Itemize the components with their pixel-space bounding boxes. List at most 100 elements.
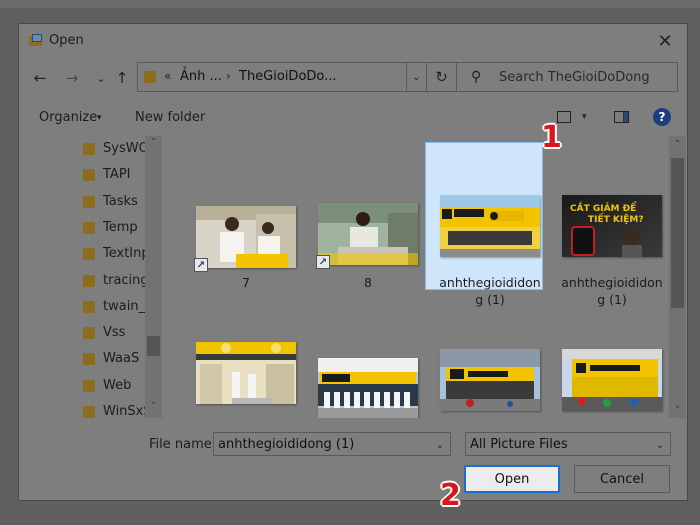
step-marker-1: 1 [541, 120, 562, 155]
recent-locations-button[interactable]: ⌄ [92, 68, 110, 88]
navigation-bar: ← → ⌄ ↑ « Ảnh ... › TheGioiDoDo... ⌄ ↻ ⚲… [19, 62, 687, 94]
chevron-down-icon[interactable]: ⌄ [436, 440, 444, 451]
scroll-up-icon[interactable]: ˄ [669, 140, 686, 150]
breadcrumb-separator-icon[interactable]: › [226, 69, 231, 83]
command-toolbar: Organize ▾ New folder ▾ ? [19, 104, 687, 134]
arrow-up-icon: ↑ [115, 69, 129, 87]
file-name-input[interactable]: anhthegioididong (1) ⌄ [213, 432, 451, 456]
file-name: 8 [308, 274, 428, 291]
file-type-value: All Picture Files [470, 437, 568, 452]
chevron-down-icon: ⌄ [96, 71, 106, 85]
folder-icon [83, 195, 95, 208]
view-options-caret-icon[interactable]: ▾ [582, 112, 587, 122]
file-thumbnail [196, 206, 296, 268]
file-list-scrollbar[interactable]: ˄ ˅ [669, 136, 686, 418]
cancel-button-label: Cancel [599, 471, 645, 487]
file-name: anhthegioididon g (1) [552, 274, 672, 308]
shortcut-arrow-icon: ↗ [194, 258, 208, 272]
cancel-button[interactable]: Cancel [574, 465, 670, 493]
dialog-app-icon [29, 34, 42, 46]
file-name-line: anhthegioididon [561, 275, 663, 290]
sidebar-item-label: SysWO [103, 141, 149, 156]
close-icon: ✕ [657, 30, 673, 52]
scrollbar-thumb[interactable] [671, 158, 684, 308]
open-button[interactable]: Open [464, 465, 560, 493]
file-name-value: anhthegioididong (1) [218, 437, 355, 452]
refresh-button[interactable]: ↻ [427, 62, 457, 92]
file-thumbnail [318, 203, 418, 265]
new-folder-button[interactable]: New folder [135, 110, 205, 125]
organize-button[interactable]: Organize [39, 110, 97, 125]
folder-icon [83, 143, 95, 155]
folder-icon [83, 327, 95, 340]
sidebar-item-label: tracing [103, 272, 149, 288]
file-thumbnail [196, 342, 296, 404]
folder-icon [83, 379, 95, 392]
search-icon: ⚲ [471, 69, 482, 85]
folder-icon [83, 406, 95, 418]
folder-icon [83, 169, 95, 182]
dialog-title: Open [49, 33, 84, 48]
caret-down-icon: ▾ [97, 113, 102, 123]
folder-icon [144, 71, 156, 83]
refresh-icon: ↻ [435, 68, 448, 86]
file-thumbnail [440, 349, 540, 411]
chevron-down-icon[interactable]: ⌄ [656, 440, 664, 451]
scroll-down-icon[interactable]: ˅ [669, 406, 686, 416]
file-list: ↗ 7 ↗ 8 anhthegioididon g (1) CẮT GIẢM ĐỂ TIẾT … [164, 136, 674, 418]
shortcut-arrow-icon: ↗ [316, 255, 330, 269]
chevron-down-icon: ⌄ [412, 71, 421, 83]
step-marker-2: 2 [440, 478, 461, 513]
folder-icon [83, 274, 95, 287]
navigation-pane: SysWO TAPI Tasks Temp TextInp tracing twain_3 V… [19, 136, 162, 418]
arrow-right-icon: → [65, 69, 79, 87]
file-name-label: File name: [149, 437, 217, 452]
help-glyph: ? [658, 110, 666, 124]
open-dialog: Open ✕ ← → ⌄ ↑ « Ảnh ... › TheGioiDoDo..… [18, 23, 688, 501]
file-thumbnail [318, 358, 418, 418]
file-name-line: g (1) [597, 292, 627, 307]
title-bar: Open ✕ [19, 24, 687, 58]
breadcrumb-current-segment[interactable]: TheGioiDoDo... [239, 69, 337, 84]
sidebar-item-label: Temp [103, 219, 138, 235]
sidebar-item-label: Vss [103, 325, 126, 341]
sidebar-item-label: Web [103, 377, 132, 393]
help-icon[interactable]: ? [653, 108, 671, 126]
scroll-up-icon[interactable]: ˄ [145, 138, 162, 152]
dialog-footer: File name: anhthegioididong (1) ⌄ All Pi… [19, 420, 687, 500]
search-placeholder: Search TheGioiDoDong [499, 70, 650, 85]
sidebar-item-label: TAPI [103, 167, 131, 183]
address-dropdown-button[interactable]: ⌄ [407, 62, 427, 92]
file-thumbnail [562, 349, 662, 411]
back-button[interactable]: ← [31, 68, 49, 88]
sidebar-item-label: WaaS [103, 351, 140, 367]
file-name: anhthegioididon g (1) [430, 274, 550, 308]
file-thumbnail: CẮT GIẢM ĐỂ TIẾT KIỆM? [562, 195, 662, 257]
sidebar-item-label: Tasks [103, 193, 138, 209]
folder-icon [83, 221, 95, 234]
file-name-line: anhthegioididon [439, 275, 541, 290]
sidebar-item-label: TextInp [103, 246, 150, 262]
search-box[interactable]: ⚲ Search TheGioiDoDong [456, 62, 678, 92]
up-button[interactable]: ↑ [113, 68, 131, 88]
forward-button[interactable]: → [63, 68, 81, 88]
address-bar[interactable]: « Ảnh ... › TheGioiDoDo... [137, 62, 407, 92]
background-strip [0, 0, 700, 8]
file-name: 7 [186, 274, 306, 291]
folder-icon [83, 300, 95, 313]
overflow-chevrons-icon[interactable]: « [164, 69, 171, 83]
file-name-line: 7 [242, 275, 250, 290]
breadcrumb-segment[interactable]: Ảnh ... [180, 69, 222, 84]
scroll-down-icon[interactable]: ˅ [145, 402, 162, 416]
folder-icon [83, 353, 95, 366]
close-button[interactable]: ✕ [651, 28, 679, 54]
open-button-label: Open [494, 471, 530, 487]
scrollbar-thumb[interactable] [147, 336, 160, 356]
file-name-line: g (1) [475, 292, 505, 307]
preview-pane-icon[interactable] [614, 111, 629, 123]
file-name-line: 8 [364, 275, 372, 290]
navigation-pane-scrollbar[interactable]: ˄ ˅ [145, 136, 162, 418]
arrow-left-icon: ← [33, 69, 47, 87]
file-type-select[interactable]: All Picture Files ⌄ [465, 432, 671, 456]
folder-icon [83, 248, 95, 261]
